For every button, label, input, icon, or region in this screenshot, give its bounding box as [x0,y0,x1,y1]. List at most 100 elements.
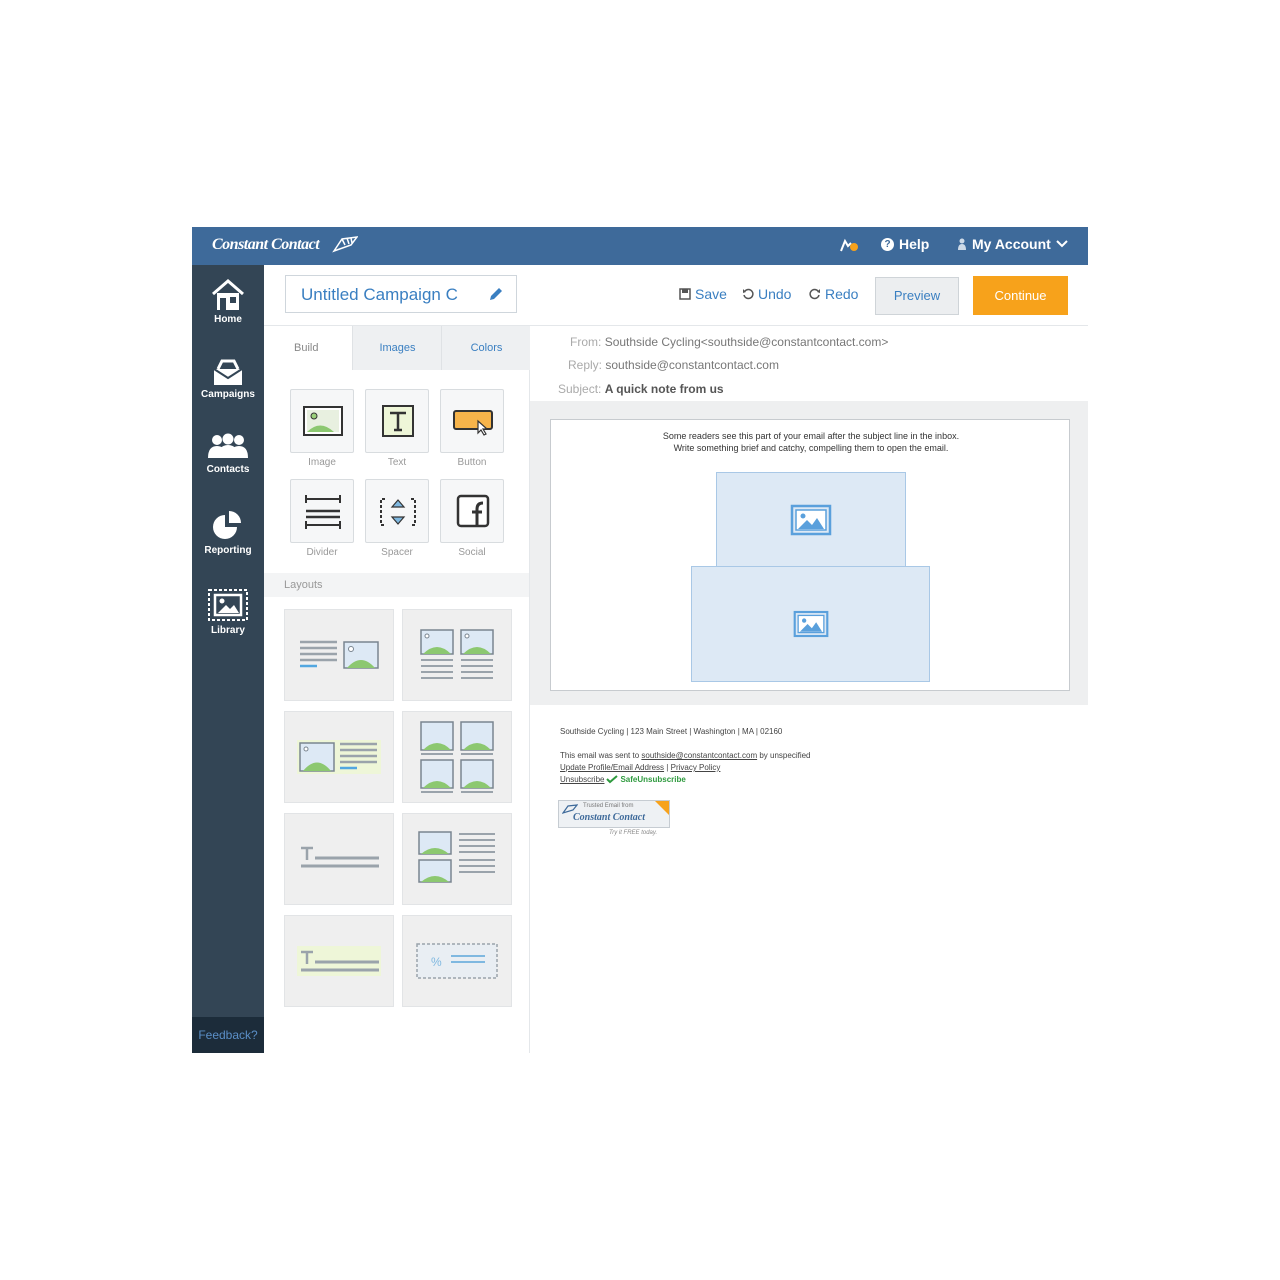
brand-logo[interactable]: Constant Contact [212,236,320,254]
sidebar-item-reporting[interactable]: Reporting [192,507,264,556]
layout-thumbnail-icon [301,846,379,868]
campaign-title-field[interactable]: Untitled Campaign C [285,275,517,313]
preheader-line: Some readers see this part of your email… [662,431,960,441]
layout-thumbnail-icon [297,946,381,976]
text-block[interactable] [365,389,429,453]
sidebar-item-label: Library [211,625,245,636]
home-icon [212,279,244,310]
svg-text:%: % [431,955,442,969]
tab-build[interactable]: Build [264,326,352,370]
footer-links: Update Profile/Email Address | Privacy P… [560,763,720,772]
spacer-block[interactable] [365,479,429,543]
reporting-icon [213,511,241,539]
update-profile-link[interactable]: Update Profile/Email Address [560,763,664,772]
text-block-icon [382,405,414,437]
undo-icon [743,288,754,300]
sent-prefix: This email was sent to [560,751,640,760]
sent-suffix: by unspecified [759,751,811,760]
email-content-block[interactable]: Some readers see this part of your email… [550,419,1070,691]
trusted-email-badge[interactable]: Trusted Email from Constant Contact [558,800,670,828]
chevron-down-icon [1056,240,1068,248]
image-placeholder[interactable] [716,472,906,567]
reply-value: southside@constantcontact.com [605,358,779,372]
layout-coupon[interactable]: % [402,915,512,1007]
undo-label: Undo [758,286,792,302]
sidebar-item-label: Campaigns [201,389,255,400]
spacer-block-icon [380,498,416,526]
layout-text-highlight[interactable] [284,915,394,1007]
help-icon: ? [881,237,894,251]
block-label: Divider [306,547,338,558]
continue-button[interactable]: Continue [973,276,1068,315]
unsubscribe-link[interactable]: Unsubscribe [560,775,604,784]
badge-brand: Constant Contact [573,812,645,823]
divider-block-icon [305,495,341,529]
layout-thumbnail-icon: % [416,943,498,979]
undo-button[interactable]: Undo [742,286,791,302]
privacy-policy-link[interactable]: Privacy Policy [671,763,721,772]
layout-images-text-columns[interactable] [402,813,512,905]
sidebar-item-label: Reporting [204,545,252,556]
divider-block[interactable] [290,479,354,543]
social-block-icon [456,494,490,528]
preheader-text[interactable]: Some readers see this part of your email… [551,430,1071,454]
layout-text-only[interactable] [284,813,394,905]
checkmark-icon [606,775,619,784]
layout-thumbnail-icon [420,721,494,793]
subject-field[interactable]: Subject: A quick note from us [558,382,724,396]
image-block-icon [303,406,343,436]
layout-thumbnail-icon [420,629,494,679]
layout-four-images[interactable] [402,711,512,803]
badge-line1: Trusted Email from [583,803,634,809]
panel-tabs: Build Images Colors [264,326,530,370]
tab-colors[interactable]: Colors [441,326,531,370]
badge-ribbon-icon [655,801,669,815]
edit-pencil-icon[interactable] [488,286,504,302]
preheader-line: Write something brief and catchy, compel… [673,443,949,453]
block-label: Button [457,457,487,468]
save-icon [679,288,691,300]
redo-button[interactable]: Redo [809,286,858,302]
notification-icon[interactable] [838,237,860,253]
image-placeholder-icon [790,504,832,535]
social-block[interactable] [440,479,504,543]
sidebar-item-contacts[interactable]: Contacts [192,432,264,475]
help-button[interactable]: ? Help [881,236,929,252]
layout-thumbnail-icon [418,831,495,883]
reply-key: Reply: [568,358,603,372]
campaigns-icon [213,359,243,385]
from-field[interactable]: From: Southside Cycling<southside@consta… [570,335,888,349]
redo-label: Redo [825,286,859,302]
sidebar-item-campaigns[interactable]: Campaigns [192,357,264,400]
tab-images[interactable]: Images [352,326,442,370]
image-placeholder[interactable] [691,566,930,682]
badge-try-text: Try it FREE today. [609,830,658,836]
reply-field[interactable]: Reply: southside@constantcontact.com [568,358,779,372]
footer-address: Southside Cycling | 123 Main Street | Wa… [560,727,783,736]
sent-email-link[interactable]: southside@constantcontact.com [641,751,757,760]
button-block-icon [453,410,493,436]
top-bar: Constant Contact ? Help My Account [192,227,1088,265]
sidebar-item-library[interactable]: Library [192,587,264,636]
image-placeholder-icon [793,610,828,638]
campaign-title-text[interactable]: Untitled Campaign C [301,285,471,305]
library-icon [208,589,248,621]
from-value: Southside Cycling<southside@constantcont… [604,335,889,349]
layout-text-image[interactable] [284,609,394,701]
from-key: From: [570,335,602,349]
save-button[interactable]: Save [679,286,727,302]
footer-unsubscribe: Unsubscribe SafeUnsubscribe [560,775,686,784]
save-label: Save [695,286,727,302]
block-label: Spacer [381,547,413,558]
image-block[interactable] [290,389,354,453]
sidebar-item-home[interactable]: Home [192,278,264,325]
safe-unsubscribe-label: SafeUnsubscribe [620,775,686,784]
help-label: Help [899,236,930,252]
my-account-menu[interactable]: My Account [957,236,1068,252]
layout-image-text-highlight[interactable] [284,711,394,803]
feedback-link[interactable]: Feedback? [192,1017,264,1053]
preview-button[interactable]: Preview [875,277,959,315]
button-block[interactable] [440,389,504,453]
layout-two-image-text[interactable] [402,609,512,701]
block-label: Social [458,547,486,558]
